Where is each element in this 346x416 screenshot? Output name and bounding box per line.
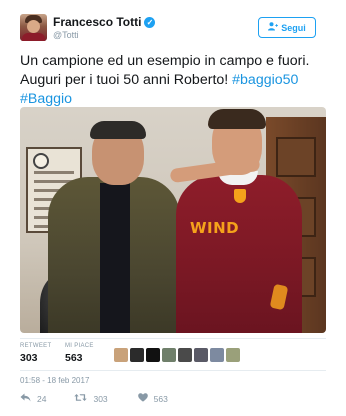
retweet-icon [74,393,88,405]
retweets-stat[interactable]: RETWEET 303 [20,343,51,364]
divider [20,370,326,371]
avatar[interactable] [20,14,47,41]
liker-avatar[interactable] [194,348,208,362]
retweets-label: RETWEET [20,343,52,349]
author-name-row[interactable]: Francesco Totti ✓ [53,15,156,29]
author-handle[interactable]: @Totti [53,30,79,40]
tweet-photo[interactable]: WIND [20,107,326,333]
add-user-icon [268,22,279,33]
retweet-button[interactable]: 303 [74,393,108,405]
club-crest-icon [234,189,246,203]
tweet-line-2-text: Auguri per i tuoi 50 anni Roberto! [20,72,233,88]
tweet-text: Un campione ed un esempio in campo e fuo… [20,52,336,109]
liker-avatars [114,348,240,362]
like-count: 563 [153,394,168,404]
likes-label: MI PIACE [65,343,94,349]
person-right-hair [208,109,266,129]
tweet-stats: RETWEET 303 MI PIACE 563 [20,343,326,367]
liker-avatar[interactable] [114,348,128,362]
liker-avatar[interactable] [146,348,160,362]
tweet-line-2: Auguri per i tuoi 50 anni Roberto! #bagg… [20,71,336,90]
retweet-count: 303 [93,394,108,404]
person-left-shirt [100,183,130,333]
divider [20,338,326,339]
tweet-timestamp[interactable]: 01:58 - 18 feb 2017 [20,376,89,385]
like-button[interactable]: 563 [137,393,168,405]
verified-icon: ✓ [144,17,156,28]
liker-avatar[interactable] [226,348,240,362]
person-left-hair [90,121,146,139]
likes-stat[interactable]: MI PIACE 563 [65,343,94,364]
likes-count: 563 [65,352,83,364]
reply-button[interactable]: 24 [20,393,46,405]
reply-count: 24 [37,394,47,404]
jersey-sponsor: WIND [190,219,240,237]
tweet-actions: 24 303 563 [20,392,220,406]
liker-avatar[interactable] [210,348,224,362]
follow-button-label: Segui [281,22,306,33]
hashtag-baggio[interactable]: #Baggio [20,91,72,107]
hashtag-baggio50[interactable]: #baggio50 [232,72,298,88]
reply-icon [20,393,31,405]
retweets-count: 303 [20,352,38,364]
liker-avatar[interactable] [178,348,192,362]
author-name[interactable]: Francesco Totti [53,15,141,29]
wall-clock [33,153,49,169]
liker-avatar[interactable] [162,348,176,362]
tweet-line-1: Un campione ed un esempio in campo e fuo… [20,53,310,69]
tweet-header: Francesco Totti ✓ @Totti Segui [20,14,330,42]
liker-avatar[interactable] [130,348,144,362]
heart-icon [137,393,148,405]
follow-button[interactable]: Segui [258,17,316,38]
